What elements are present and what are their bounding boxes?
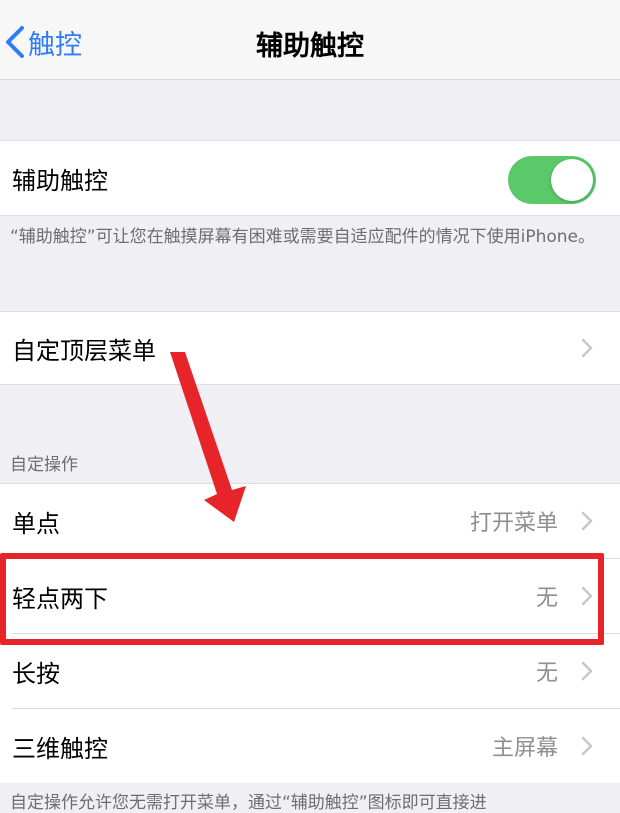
annotation-arrow: [170, 352, 246, 522]
